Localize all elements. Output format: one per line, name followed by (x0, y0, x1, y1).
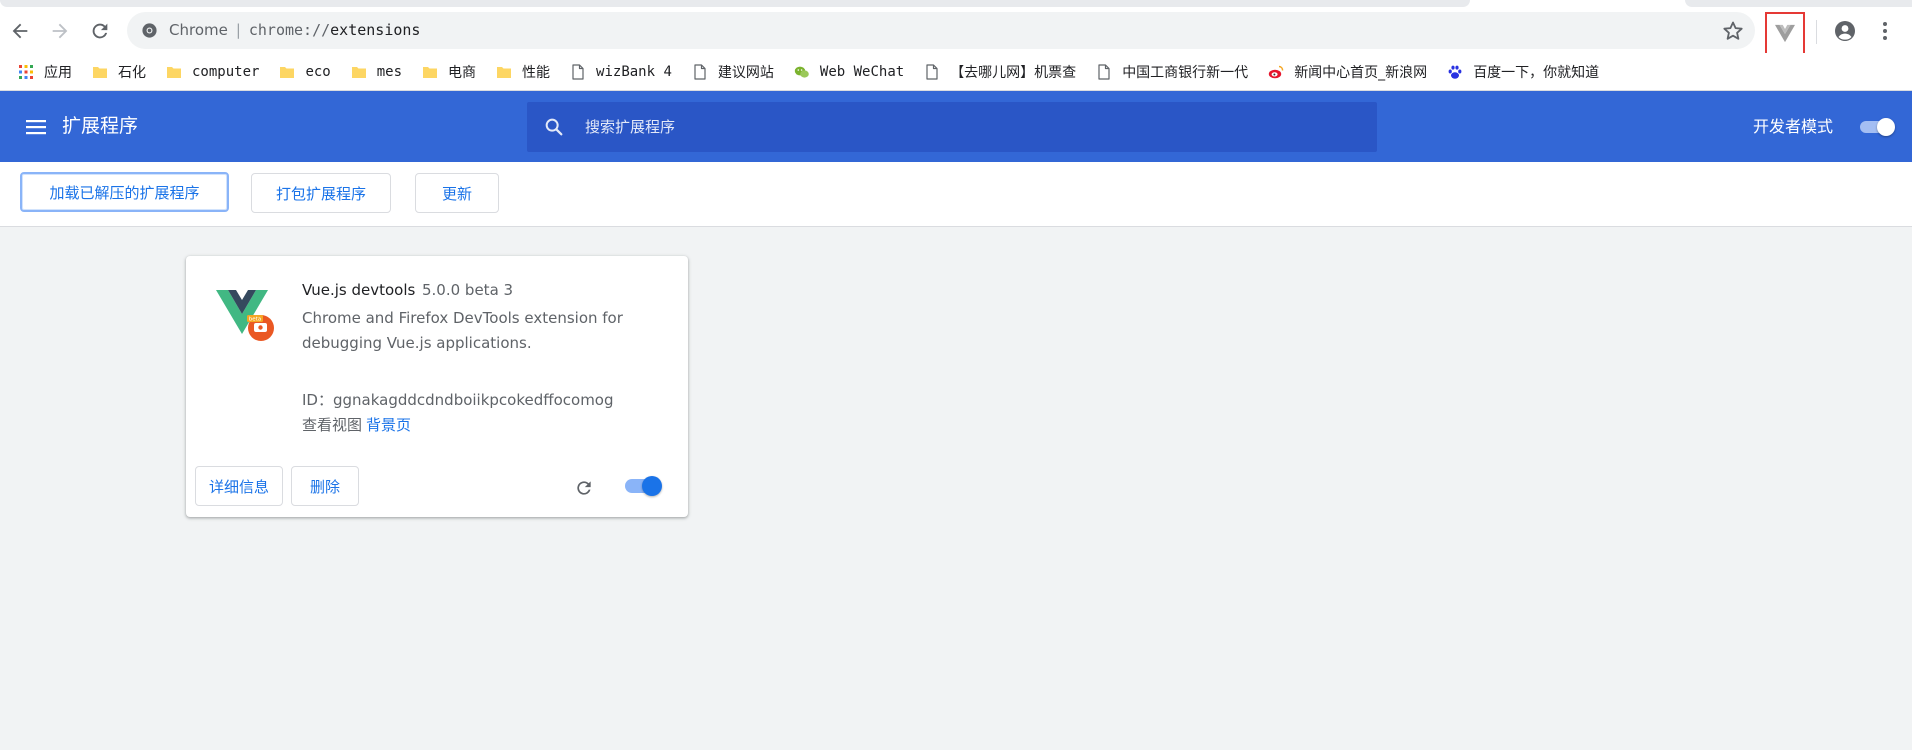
search-icon (545, 118, 563, 136)
details-button[interactable]: 详细信息 (195, 466, 283, 506)
folder-icon (423, 66, 438, 78)
extension-name: Vue.js devtools (302, 281, 416, 299)
bookmark-folder-eco[interactable]: eco (272, 57, 337, 87)
folder-icon (93, 66, 107, 78)
folder-icon (280, 66, 295, 78)
bookmark-label: 【去哪儿网】机票查 (950, 64, 1077, 81)
logo-badge-text: beta (249, 317, 261, 323)
bookmark-folder-shihua[interactable]: 石化 (85, 57, 153, 87)
bookmark-label: 百度一下，你就知道 (1473, 64, 1600, 81)
vue-devtools-logo-icon: beta (216, 290, 274, 341)
bookmark-label: 新闻中心首页_新浪网 (1294, 64, 1428, 81)
profile-button[interactable] (1830, 16, 1860, 46)
apps-grid-icon (19, 64, 33, 79)
toolbar-divider (1816, 20, 1817, 44)
update-button[interactable]: 更新 (415, 173, 499, 213)
reload-button[interactable] (80, 8, 120, 53)
tab-strip-shadow-right (1685, 0, 1912, 7)
back-arrow-icon (12, 23, 28, 38)
omnibox-site-label: Chrome (169, 21, 228, 39)
folder-icon (351, 66, 366, 78)
inspect-views-label: 查看视图 (302, 416, 363, 434)
wechat-icon (794, 66, 809, 78)
bookmark-label: 性能 (522, 64, 551, 81)
bookmark-label: Web WeChat (819, 63, 905, 80)
vue-devtools-icon (1775, 24, 1795, 42)
bookmark-qunar[interactable]: 【去哪儿网】机票查 (917, 57, 1083, 87)
toggle-knob (642, 476, 662, 496)
bookmark-apps[interactable]: 应用 (11, 57, 79, 87)
reload-icon (577, 481, 591, 495)
bookmark-label: computer (192, 63, 260, 80)
background-page-link[interactable]: 背景页 (366, 416, 411, 434)
extension-version: 5.0.0 beta 3 (422, 281, 514, 299)
bookmark-suggested-sites[interactable]: 建议网站 (685, 57, 781, 87)
page-title: 扩展程序 (62, 115, 139, 137)
omnibox-url-scheme: chrome:// (248, 21, 331, 39)
folder-icon (497, 66, 512, 78)
omnibox-url-host: extensions (330, 21, 421, 39)
pack-extension-button[interactable]: 打包扩展程序 (251, 173, 391, 213)
page-icon (572, 63, 584, 80)
remove-button[interactable]: 删除 (291, 466, 359, 506)
page-icon (926, 63, 938, 80)
page-icon (694, 63, 706, 80)
bookmark-label: 电商 (448, 64, 477, 81)
inspect-views: 查看视图 背景页 (302, 414, 411, 435)
developer-mode-label: 开发者模式 (1753, 117, 1834, 136)
bookmarks-bar: 应用 石化 computer eco mes 电商 性能 wizBank 4 建… (0, 53, 1912, 91)
extension-description: Chrome and Firefox DevTools extension fo… (302, 309, 623, 352)
weibo-icon (1268, 65, 1284, 78)
reload-icon (92, 23, 108, 38)
bookmark-web-wechat[interactable]: Web WeChat (787, 57, 911, 87)
extensions-header: 扩展程序 开发者模式 (0, 91, 1912, 162)
bookmark-label: 石化 (118, 64, 146, 81)
bookmark-label: eco (305, 63, 331, 80)
bookmark-wizbank[interactable]: wizBank 4 (563, 57, 679, 87)
hamburger-menu-icon (26, 120, 46, 135)
search-box[interactable] (527, 102, 1377, 152)
developer-toolbar: 加载已解压的扩展程序 打包扩展程序 更新 (0, 162, 1912, 227)
load-unpacked-button[interactable]: 加载已解压的扩展程序 (20, 172, 229, 212)
forward-arrow-icon (52, 23, 68, 38)
developer-mode-toggle[interactable] (1858, 118, 1898, 136)
main-menu-button[interactable] (22, 113, 50, 141)
forward-button[interactable] (40, 8, 80, 53)
folder-icon (167, 66, 181, 78)
baidu-paw-icon (1448, 65, 1462, 79)
browser-toolbar: Chrome | chrome://extensions (0, 8, 1912, 55)
more-vert-icon (1883, 22, 1887, 40)
omnibox-text: Chrome | chrome://extensions (169, 12, 420, 49)
bookmark-label: wizBank 4 (596, 63, 672, 80)
omnibox[interactable]: Chrome | chrome://extensions (127, 12, 1755, 49)
page-icon (1098, 63, 1110, 80)
extension-id: ID：ggnakagddcdndboiikpcokedffocomog (302, 391, 614, 409)
reload-extension-button[interactable] (570, 474, 598, 502)
account-circle-icon (1835, 21, 1855, 41)
bookmark-folder-dianshang[interactable]: 电商 (415, 57, 483, 87)
omnibox-separator: | (233, 21, 243, 39)
chrome-page-icon (142, 23, 157, 38)
tab-strip-shadow (0, 0, 1470, 7)
toggle-knob (1877, 118, 1895, 136)
vue-devtools-extension-button[interactable] (1765, 12, 1805, 55)
bookmark-sina-news[interactable]: 新闻中心首页_新浪网 (1261, 57, 1434, 87)
bookmark-folder-mes[interactable]: mes (344, 57, 409, 87)
bookmark-label: 应用 (44, 64, 72, 81)
star-icon[interactable] (1721, 19, 1745, 43)
bookmark-folder-computer[interactable]: computer (159, 57, 266, 87)
search-input[interactable] (585, 102, 1355, 152)
extension-card: beta Vue.js devtools 5.0.0 beta 3 Chrome… (186, 256, 688, 517)
extension-enable-toggle[interactable] (623, 475, 665, 497)
bookmark-label: 建议网站 (717, 64, 774, 81)
bookmark-folder-xingneng[interactable]: 性能 (489, 57, 557, 87)
bookmark-baidu[interactable]: 百度一下，你就知道 (1440, 57, 1606, 87)
bookmark-label: 中国工商银行新一代 (1122, 64, 1249, 81)
bookmark-label: mes (376, 63, 403, 80)
bookmark-icbc[interactable]: 中国工商银行新一代 (1089, 57, 1255, 87)
chrome-menu-button[interactable] (1872, 16, 1898, 46)
back-button[interactable] (0, 8, 40, 53)
